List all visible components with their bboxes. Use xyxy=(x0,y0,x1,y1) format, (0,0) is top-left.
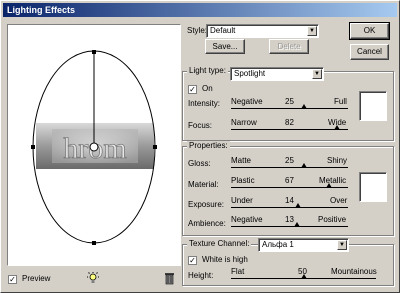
preview-checkbox[interactable]: ✓ xyxy=(8,275,17,284)
gloss-max-label: Shiny xyxy=(327,156,348,165)
gloss-slider-thumb[interactable] xyxy=(301,163,308,168)
style-select-value: Default xyxy=(210,26,236,35)
height-max-label: Mountainous xyxy=(331,267,377,276)
material-slider-thumb[interactable] xyxy=(325,183,332,188)
save-style-button[interactable]: Save... xyxy=(205,39,245,54)
material-min-label: Plastic xyxy=(231,176,255,185)
light-bulb-icon[interactable] xyxy=(87,272,99,287)
light-handle-top[interactable] xyxy=(92,50,96,54)
texture-channel-value: Альфа 1 xyxy=(262,240,294,249)
gloss-slider-track[interactable] xyxy=(231,167,348,168)
ambience-value: 13 xyxy=(285,215,294,224)
chevron-down-icon: ▼ xyxy=(337,240,347,250)
exposure-value: 14 xyxy=(285,196,294,205)
focus-min-label: Narrow xyxy=(231,118,257,127)
exposure-slider-track[interactable] xyxy=(231,207,348,208)
gloss-label: Gloss: xyxy=(188,159,211,168)
texture-channel-label: Texture Channel: xyxy=(187,239,252,248)
material-value: 67 xyxy=(285,176,294,185)
material-color-swatch[interactable] xyxy=(359,172,387,202)
focus-label: Focus: xyxy=(188,121,213,130)
light-on-checkbox[interactable]: ✓ xyxy=(188,85,197,94)
ambience-slider-thumb[interactable] xyxy=(294,222,301,227)
material-max-label: Metallic xyxy=(319,176,347,185)
height-slider-thumb[interactable] xyxy=(300,274,307,279)
style-select[interactable]: Default ▼ xyxy=(206,24,319,38)
ambience-max-label: Positive xyxy=(318,215,347,224)
ambience-min-label: Negative xyxy=(231,215,263,224)
preview-svg: hrom xyxy=(31,50,157,245)
exposure-min-label: Under xyxy=(231,196,253,205)
intensity-slider-thumb[interactable] xyxy=(301,104,308,109)
light-on-label: On xyxy=(202,84,213,93)
exposure-label: Exposure: xyxy=(188,200,225,209)
light-type-value: Spotlight xyxy=(234,69,266,78)
focus-slider-thumb[interactable] xyxy=(334,125,341,130)
height-min-label: Flat xyxy=(231,267,245,276)
style-label: Style: xyxy=(187,26,208,35)
white-is-high-label: White is high xyxy=(202,255,248,264)
ok-button[interactable]: OK xyxy=(349,22,390,40)
delete-style-button[interactable]: Delete xyxy=(269,39,309,54)
focus-slider-track[interactable] xyxy=(231,129,348,130)
gloss-value: 25 xyxy=(285,156,294,165)
height-label: Height: xyxy=(188,271,214,280)
light-handle-left[interactable] xyxy=(31,145,35,149)
intensity-min-label: Negative xyxy=(231,97,263,106)
material-label: Material: xyxy=(188,180,219,189)
ambience-label: Ambience: xyxy=(188,219,226,228)
intensity-label: Intensity: xyxy=(188,99,221,108)
chevron-down-icon: ▼ xyxy=(312,69,322,79)
exposure-max-label: Over xyxy=(330,196,348,205)
intensity-value: 25 xyxy=(285,97,294,106)
light-center-handle[interactable] xyxy=(89,142,99,152)
lighting-effects-dialog: Lighting Effects hrom xyxy=(0,0,400,293)
properties-label: Properties: xyxy=(187,141,230,150)
cancel-button[interactable]: Cancel xyxy=(350,44,389,60)
ambience-slider-track[interactable] xyxy=(231,226,348,227)
focus-value: 82 xyxy=(285,118,294,127)
window-title: Lighting Effects xyxy=(7,5,75,15)
texture-channel-select[interactable]: Альфа 1 ▼ xyxy=(258,238,349,252)
light-type-select[interactable]: Spotlight ▼ xyxy=(230,67,324,81)
trash-icon[interactable] xyxy=(164,272,175,287)
intensity-max-label: Full xyxy=(334,97,347,106)
light-handle-right[interactable] xyxy=(153,145,157,149)
preview-canvas[interactable]: hrom xyxy=(7,24,181,266)
exposure-slider-thumb[interactable] xyxy=(294,203,301,208)
white-is-high-checkbox[interactable]: ✓ xyxy=(188,256,197,265)
intensity-slider-track[interactable] xyxy=(231,108,348,109)
light-color-swatch[interactable] xyxy=(359,91,387,121)
chevron-down-icon: ▼ xyxy=(307,26,317,36)
light-handle-bottom[interactable] xyxy=(92,241,96,245)
light-type-label: Light type: xyxy=(187,66,228,75)
gloss-min-label: Matte xyxy=(231,156,252,165)
title-bar: Lighting Effects xyxy=(3,3,397,17)
preview-label: Preview xyxy=(22,274,51,283)
